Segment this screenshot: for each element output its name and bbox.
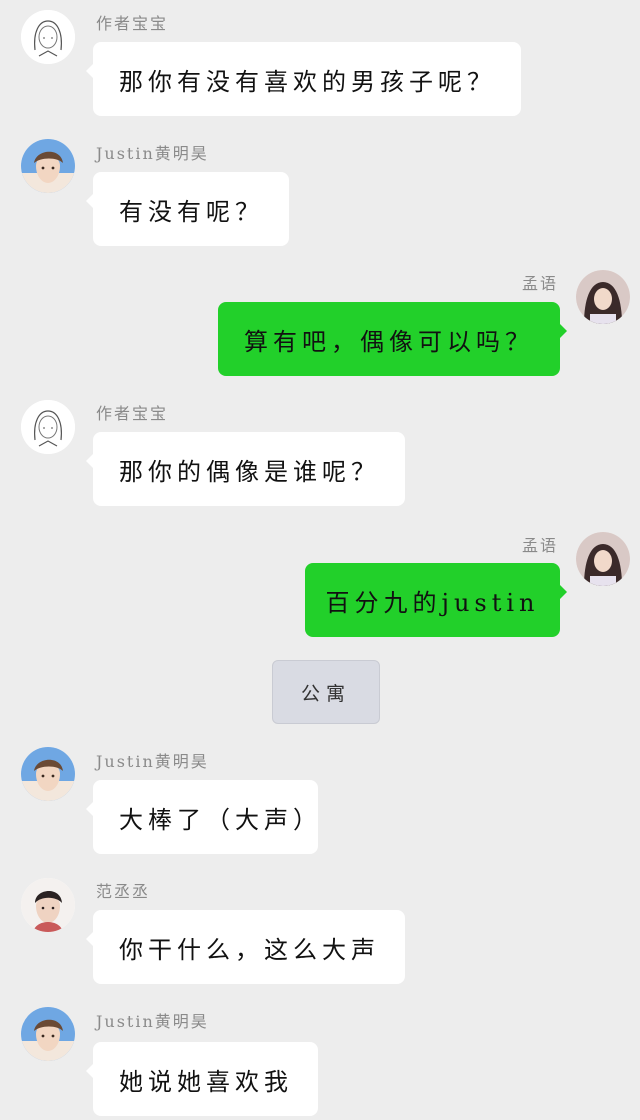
justin-avatar[interactable] [21, 747, 75, 801]
sketch-girl-avatar[interactable] [21, 400, 75, 454]
message-row: 作者宝宝 那你的偶像是谁呢？ [0, 398, 640, 508]
message-row: 作者宝宝 那你有没有喜欢的男孩子呢？ [0, 8, 640, 118]
message-row: Justin黄明昊 她说她喜欢我 [0, 1006, 640, 1120]
message-bubble[interactable]: 你干什么，这么大声 [86, 910, 405, 984]
sender-name: 作者宝宝 [96, 14, 169, 33]
mengyu-avatar[interactable] [576, 532, 630, 586]
sender-name: 孟语 [521, 274, 558, 293]
message-bubble[interactable]: 百分九的justin [305, 563, 567, 637]
justin-avatar[interactable] [21, 1007, 75, 1061]
sender-name: 作者宝宝 [96, 404, 169, 423]
sender-name: 孟语 [521, 536, 558, 555]
message-row: Justin黄明昊 有没有呢？ [0, 138, 640, 248]
message-bubble[interactable]: 算有吧，偶像可以吗？ [218, 302, 567, 376]
message-row: 孟语 百分九的justin [0, 530, 640, 640]
message-bubble[interactable]: 那你有没有喜欢的男孩子呢？ [86, 42, 521, 116]
justin-avatar[interactable] [21, 139, 75, 193]
sender-name: Justin黄明昊 [96, 752, 209, 771]
message-row: Justin黄明昊 大棒了（大声） [0, 746, 640, 856]
sketch-girl-avatar[interactable] [21, 10, 75, 64]
mengyu-avatar[interactable] [576, 270, 630, 324]
sender-name: Justin黄明昊 [96, 144, 209, 163]
system-note: 公寓 [272, 660, 380, 724]
message-bubble[interactable]: 大棒了（大声） [86, 780, 318, 854]
message-row: 孟语 算有吧，偶像可以吗？ [0, 268, 640, 378]
message-row: 范丞丞 你干什么，这么大声 [0, 876, 640, 986]
sender-name: Justin黄明昊 [96, 1012, 209, 1031]
message-bubble[interactable]: 那你的偶像是谁呢？ [86, 432, 405, 506]
fan-avatar[interactable] [21, 878, 75, 932]
message-bubble[interactable]: 有没有呢？ [86, 172, 289, 246]
sender-name: 范丞丞 [96, 882, 151, 901]
message-bubble[interactable]: 她说她喜欢我 [86, 1042, 318, 1116]
